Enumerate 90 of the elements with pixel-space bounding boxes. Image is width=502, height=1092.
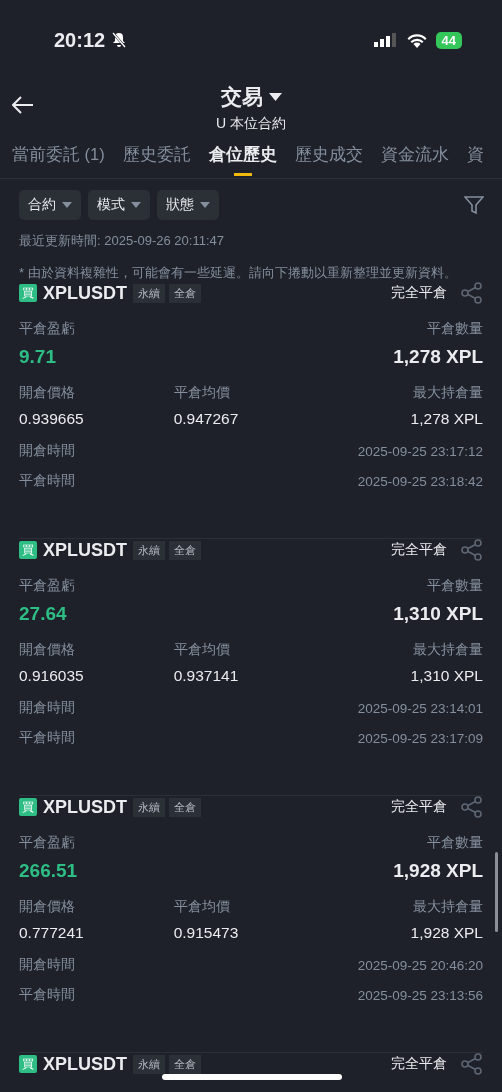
open-time: 2025-09-25 23:17:12	[357, 443, 483, 459]
share-icon[interactable]	[461, 1053, 483, 1075]
status-label: 完全平倉	[391, 541, 447, 559]
tab[interactable]: 倉位歷史	[208, 144, 277, 178]
back-arrow-icon[interactable]	[12, 96, 34, 114]
tab[interactable]: 歷史成交	[294, 144, 363, 178]
last-updated-text: 最近更新時間: 2025-09-26 20:11:47	[18, 232, 225, 250]
tag: 全倉	[169, 1054, 201, 1074]
max-position: 1,928 XPL	[409, 924, 483, 942]
buy-badge: 買	[19, 798, 37, 816]
quantity-value: 1,928 XPL	[392, 860, 483, 882]
battery-level: 44	[435, 31, 462, 49]
tag: 永續	[133, 1054, 165, 1074]
field-label: 開倉時間	[19, 956, 75, 974]
wifi-icon	[405, 32, 428, 48]
clock: 20:12	[54, 28, 106, 52]
open-time: 2025-09-25 23:14:01	[357, 700, 483, 716]
tag: 永續	[133, 797, 165, 817]
tab[interactable]: 歷史委託	[122, 144, 191, 178]
field-label: 平倉均價	[173, 898, 231, 916]
tag: 全倉	[169, 540, 201, 560]
buy-badge: 買	[19, 1055, 37, 1073]
tag: 全倉	[169, 797, 201, 817]
field-label: 平倉時間	[19, 986, 75, 1004]
field-label: 平倉盈虧	[19, 577, 76, 595]
tag: 永續	[133, 540, 165, 560]
quantity-value: 1,278 XPL	[392, 346, 483, 368]
bell-muted-icon	[111, 32, 128, 48]
tab[interactable]: 資金流水	[380, 144, 449, 178]
close-price: 0.915473	[173, 924, 240, 942]
field-label: 平倉盈虧	[19, 320, 76, 338]
page-subtitle: U 本位合約	[216, 115, 286, 133]
buy-badge: 買	[19, 284, 37, 302]
quantity-value: 1,310 XPL	[392, 603, 483, 625]
field-label: 平倉時間	[19, 729, 75, 747]
field-label: 平倉數量	[426, 320, 483, 338]
symbol: XPLUSDT	[43, 539, 127, 561]
status-label: 完全平倉	[391, 1055, 447, 1073]
share-icon[interactable]	[461, 282, 483, 304]
signal-icon	[373, 33, 398, 47]
open-price: 0.916035	[19, 667, 85, 685]
max-position: 1,278 XPL	[409, 410, 483, 428]
pnl-value: 266.51	[19, 860, 79, 882]
filter-dropdown[interactable]: 狀態	[157, 190, 219, 220]
page-title[interactable]: 交易	[220, 83, 263, 111]
field-label: 平倉均價	[173, 384, 231, 402]
field-label: 平倉均價	[173, 641, 231, 659]
field-label: 最大持倉量	[412, 384, 483, 402]
symbol: XPLUSDT	[43, 1053, 127, 1075]
max-position: 1,310 XPL	[409, 667, 483, 685]
filter-dropdown[interactable]: 合約	[19, 190, 81, 220]
field-label: 平倉數量	[426, 834, 483, 852]
caret-icon	[131, 202, 141, 208]
field-label: 開倉價格	[19, 384, 76, 402]
tab[interactable]: 當前委託 (1)	[12, 144, 105, 178]
open-price: 0.939665	[19, 410, 85, 428]
field-label: 最大持倉量	[412, 898, 483, 916]
buy-badge: 買	[19, 541, 37, 559]
open-price: 0.777241	[19, 924, 85, 942]
field-label: 開倉價格	[19, 898, 76, 916]
close-price: 0.937141	[173, 667, 240, 685]
field-label: 開倉時間	[19, 442, 75, 460]
status-label: 完全平倉	[391, 284, 447, 302]
caret-icon	[62, 202, 72, 208]
symbol: XPLUSDT	[43, 796, 127, 818]
tag: 永續	[133, 283, 165, 303]
status-label: 完全平倉	[391, 798, 447, 816]
field-label: 平倉時間	[19, 472, 75, 490]
notice-text: * 由於資料複雜性，可能會有一些延遲。請向下捲動以重新整理並更新資料。	[18, 264, 458, 282]
open-time: 2025-09-25 20:46:20	[357, 957, 483, 973]
symbol: XPLUSDT	[43, 282, 127, 304]
close-time: 2025-09-25 23:17:09	[357, 730, 483, 746]
share-icon[interactable]	[461, 539, 483, 561]
pnl-value: 9.71	[19, 346, 57, 368]
filter-dropdown[interactable]: 模式	[88, 190, 150, 220]
pnl-value: 27.64	[19, 603, 68, 625]
field-label: 開倉時間	[19, 699, 75, 717]
field-label: 最大持倉量	[412, 641, 483, 659]
field-label: 平倉數量	[426, 577, 483, 595]
caret-icon[interactable]	[268, 93, 282, 101]
field-label: 開倉價格	[19, 641, 76, 659]
caret-icon	[200, 202, 210, 208]
tab[interactable]: 資	[466, 144, 484, 178]
close-price: 0.947267	[173, 410, 240, 428]
share-icon[interactable]	[461, 796, 483, 818]
close-time: 2025-09-25 23:18:42	[357, 473, 483, 489]
close-time: 2025-09-25 23:13:56	[357, 987, 483, 1003]
filter-icon[interactable]	[464, 195, 484, 215]
field-label: 平倉盈虧	[19, 834, 76, 852]
tag: 全倉	[169, 283, 201, 303]
